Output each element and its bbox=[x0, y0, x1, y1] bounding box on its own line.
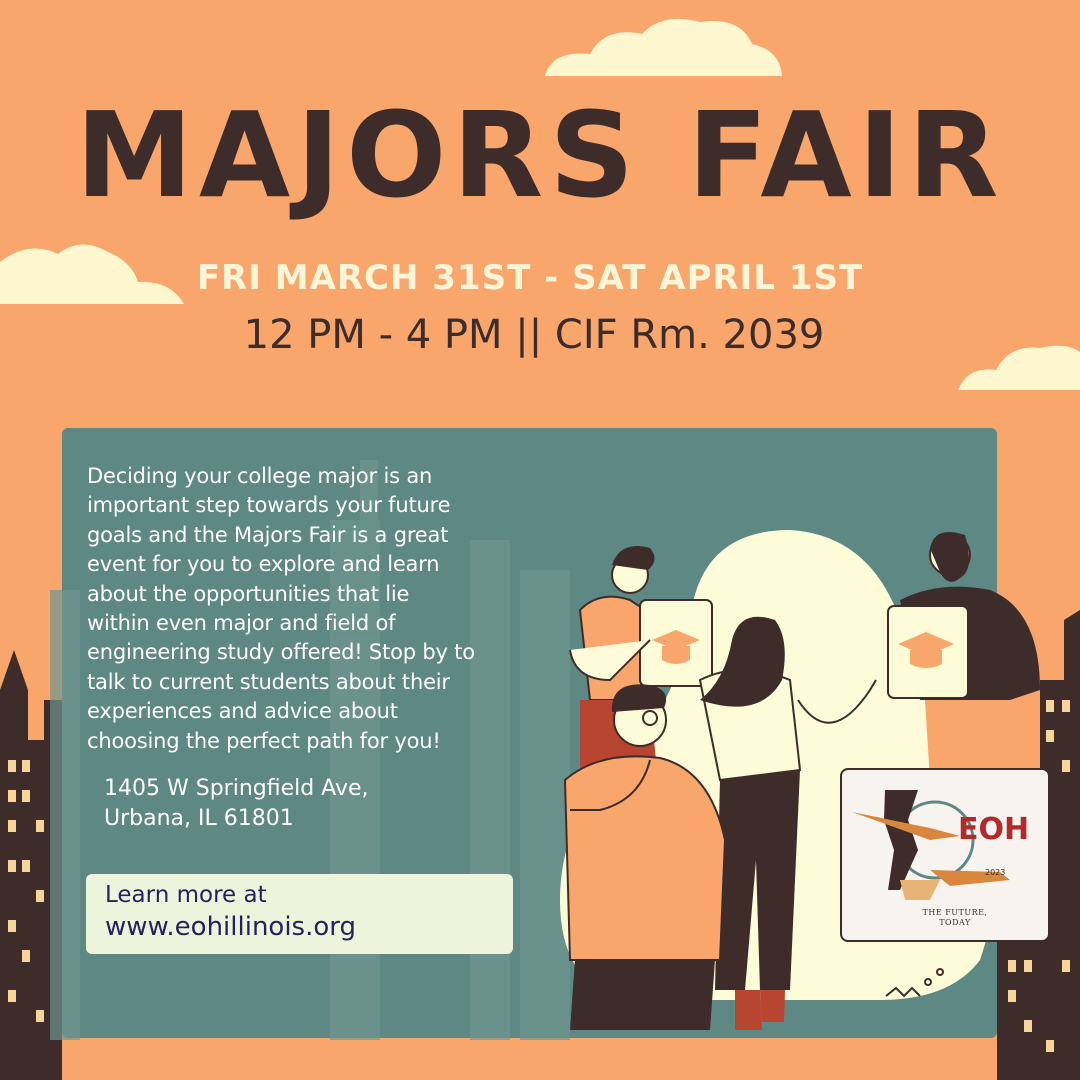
eoh-logo-tagline: THE FUTURE, TODAY bbox=[900, 908, 1010, 928]
eoh-logo-year: 2023 bbox=[985, 868, 1006, 877]
eoh-logo-text: EOH bbox=[958, 812, 1030, 847]
tagline-line-1: THE FUTURE, bbox=[922, 908, 988, 917]
tagline-line-2: TODAY bbox=[939, 918, 971, 927]
